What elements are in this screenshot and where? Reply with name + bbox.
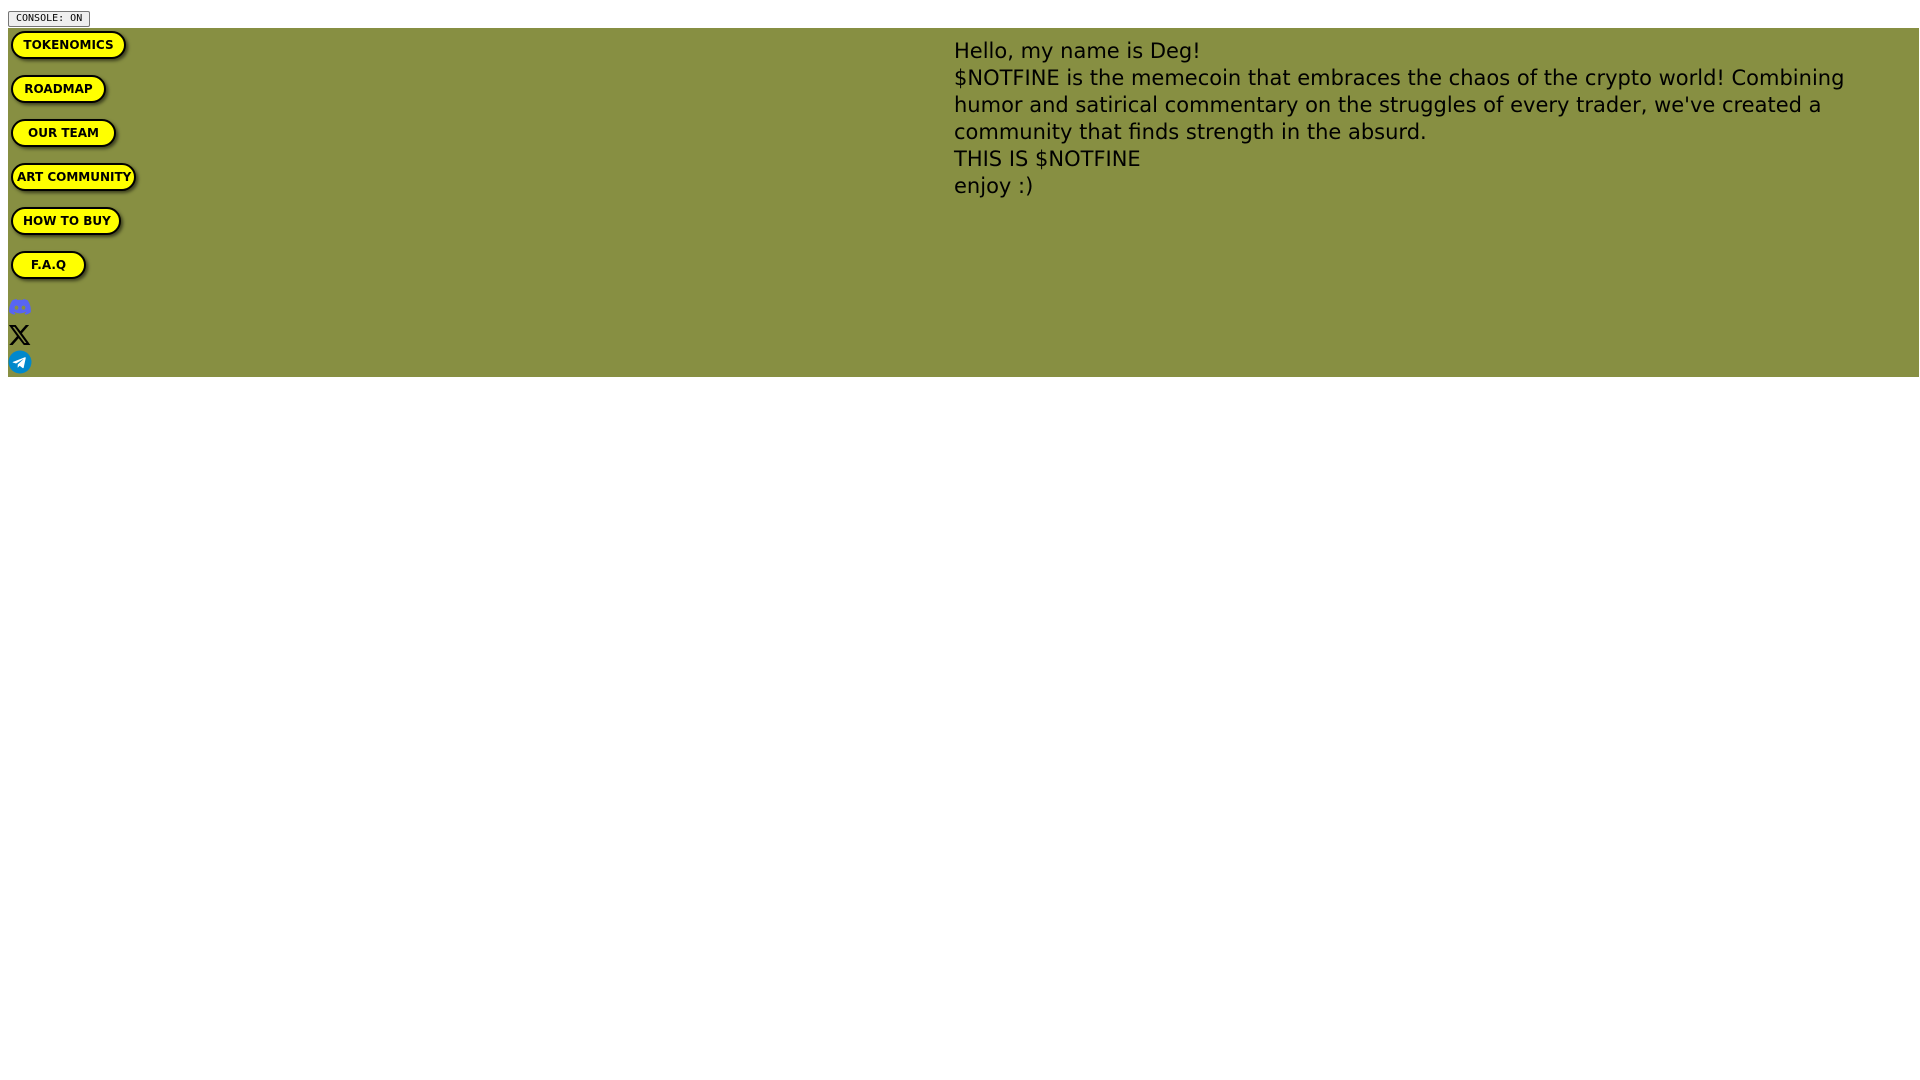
console-toggle-button[interactable]: CONSOLE: ON <box>8 11 91 27</box>
intro-signoff: enjoy :) <box>954 174 1034 198</box>
roadmap-button[interactable]: ROADMAP <box>11 75 106 103</box>
telegram-icon[interactable] <box>8 350 32 374</box>
hero-section: TOKENOMICS ROADMAP OUR TEAM ART COMMUNIT… <box>8 28 1919 377</box>
tokenomics-button[interactable]: TOKENOMICS <box>11 31 126 59</box>
intro-greeting: Hello, my name is Deg! <box>954 39 1201 63</box>
our-team-button[interactable]: OUR TEAM <box>11 119 116 147</box>
intro-description: $NOTFINE is the memecoin that embraces t… <box>954 66 1845 144</box>
x-icon[interactable] <box>8 323 32 347</box>
how-to-buy-button[interactable]: HOW TO BUY <box>11 207 121 235</box>
discord-icon[interactable] <box>8 295 32 319</box>
art-community-button[interactable]: ART COMMUNITY <box>11 163 136 191</box>
intro-tagline: THIS IS $NOTFINE <box>954 147 1141 171</box>
faq-button[interactable]: F.A.Q <box>11 251 86 279</box>
intro-text: Hello, my name is Deg! $NOTFINE is the m… <box>954 38 1884 200</box>
